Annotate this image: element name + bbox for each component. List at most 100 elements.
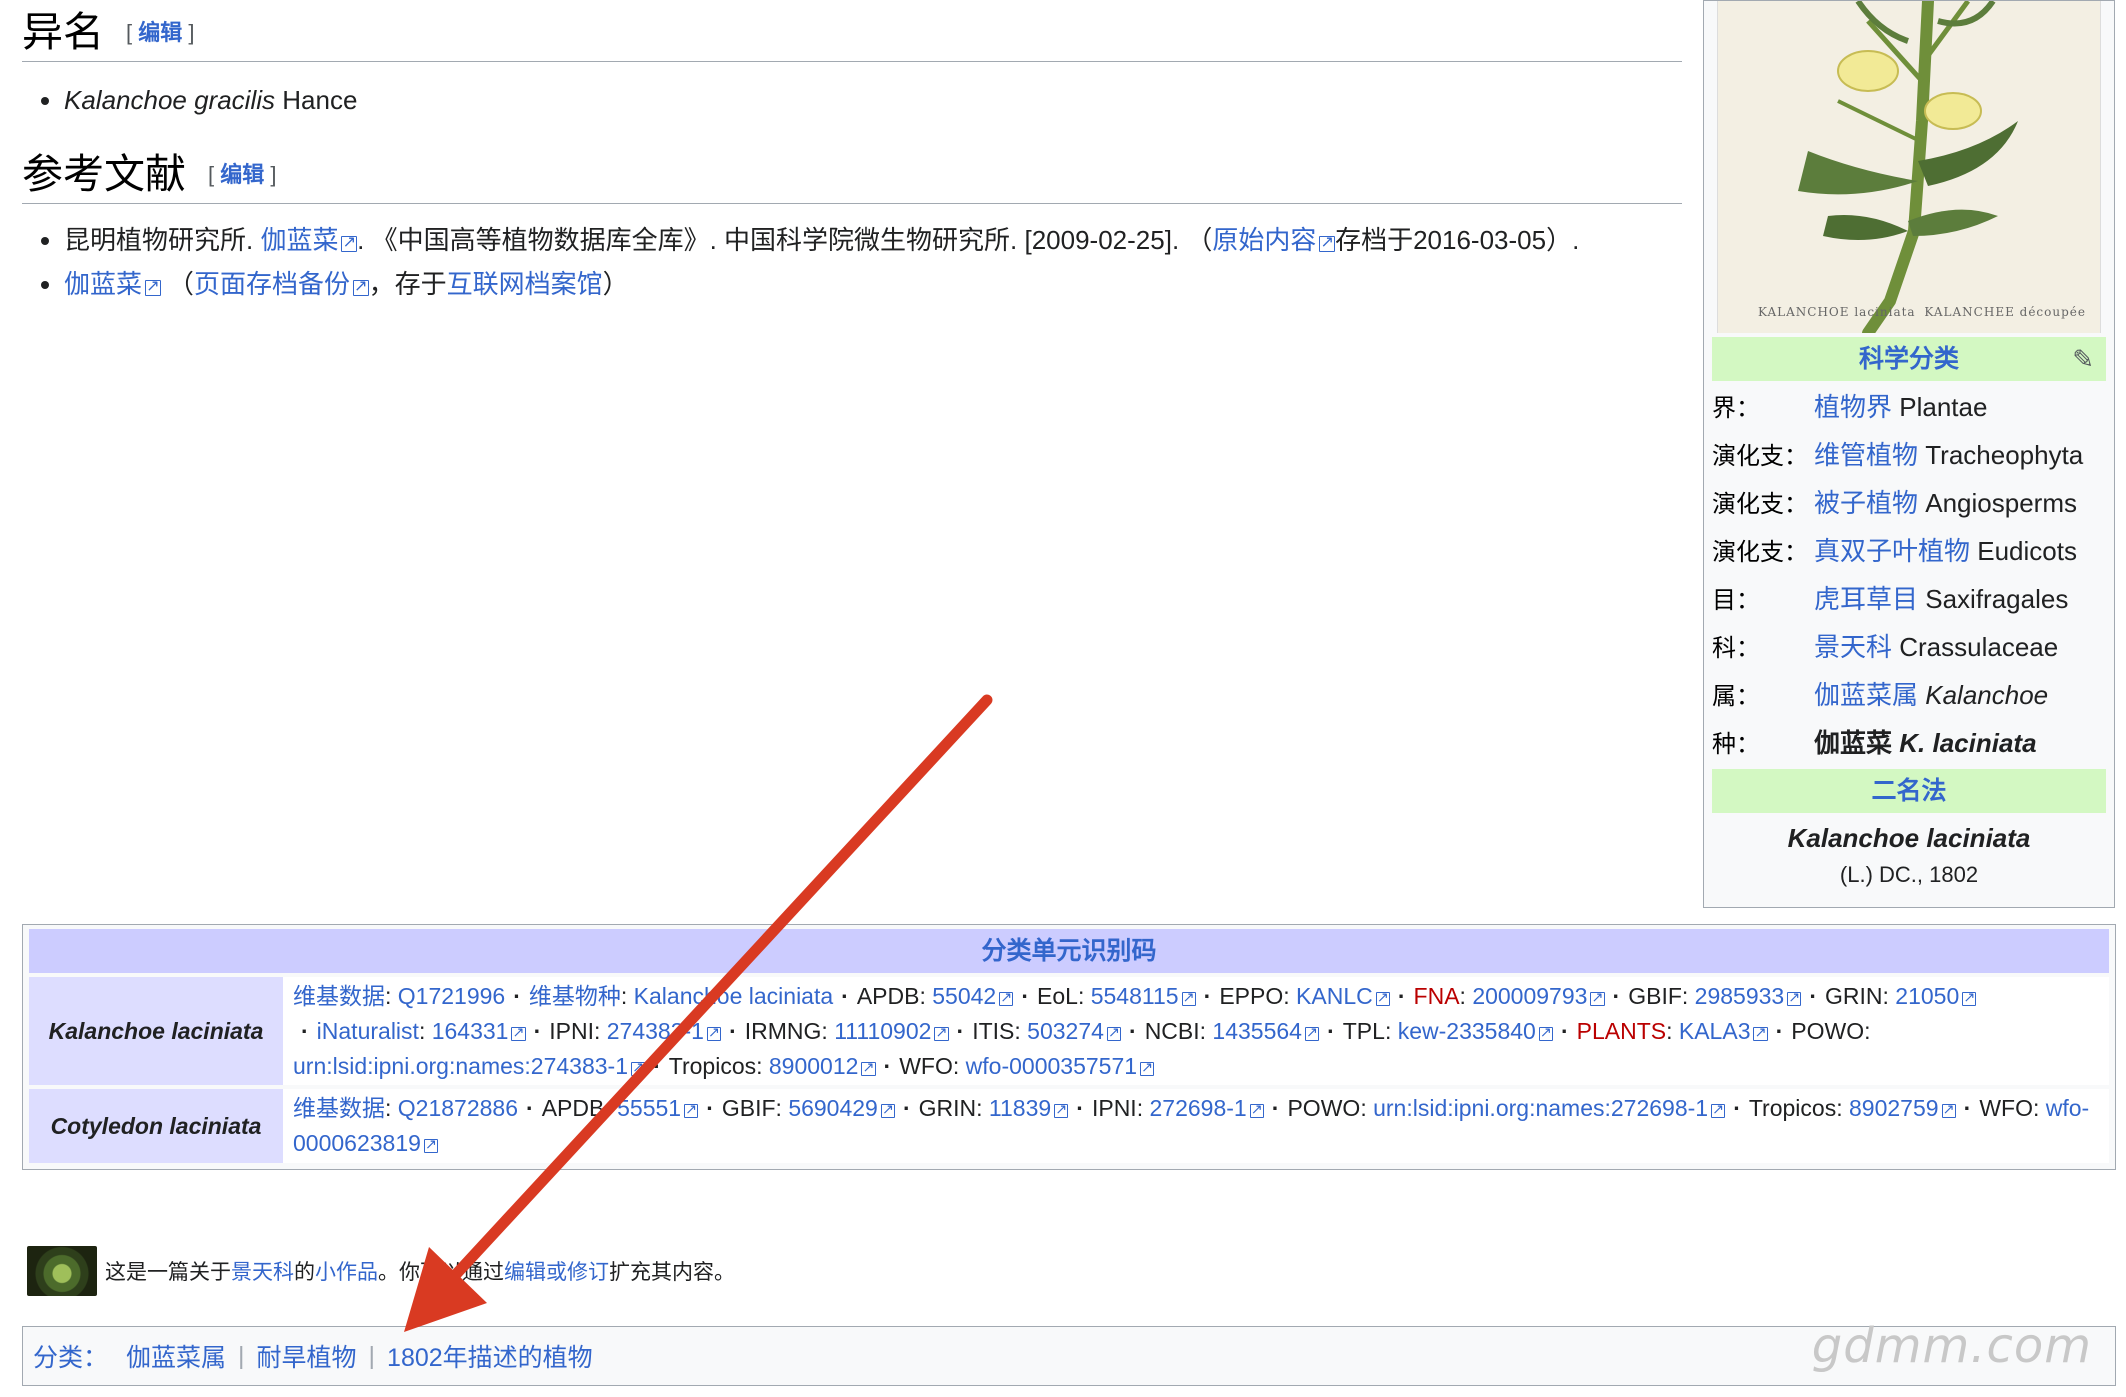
- identifier-row: Kalanchoe laciniata 维基数据: Q1721996 · 维基物种:…: [29, 977, 2109, 1085]
- binomial-authority: (L.) DC., 1802: [1839, 862, 1979, 887]
- id-label[interactable]: iNaturalist: [317, 1018, 419, 1044]
- id-value[interactable]: 2985933: [1695, 983, 1802, 1009]
- taxon-link[interactable]: 伽蓝菜属: [1814, 680, 1918, 710]
- id-label[interactable]: 维基数据: [293, 983, 385, 1009]
- id-value[interactable]: 272698-1: [1149, 1095, 1263, 1121]
- stub-link[interactable]: 小作品: [315, 1256, 378, 1286]
- references-list: 昆明植物研究所. 伽蓝菜. 《中国高等植物数据库全库》. 中国科学院微生物研究所…: [22, 218, 1579, 306]
- id-value[interactable]: 55042: [932, 983, 1013, 1009]
- stub-family-link[interactable]: 景天科: [231, 1256, 294, 1286]
- id-value[interactable]: KANLC: [1296, 983, 1390, 1009]
- taxonomy-rows: 界： 植物界 Plantae 演化支： 维管植物 Tracheophyta 演化支：…: [1712, 381, 2106, 765]
- ref1-link[interactable]: 伽蓝菜: [260, 225, 357, 255]
- id-value[interactable]: 55551: [617, 1095, 698, 1121]
- id-value[interactable]: 8902759: [1849, 1095, 1956, 1121]
- taxonomy-row: 界： 植物界 Plantae: [1712, 391, 1988, 422]
- synonyms-edit-link[interactable]: 编辑: [138, 20, 182, 45]
- taxonomy-row: 演化支： 真双子叶植物 Eudicots: [1712, 535, 2077, 566]
- binomial-header: 二名法: [1712, 769, 2106, 813]
- taxonomy-row: 属： 伽蓝菜属 Kalanchoe: [1712, 679, 2049, 710]
- stub-notice: 这是一篇关于 景天科的小作品 。你可以通过 编辑或修订 扩充其内容。: [27, 1246, 735, 1296]
- identifier-values: 维基数据: Q21872886·APDB: 55551·GBIF: 569042…: [283, 1089, 2109, 1163]
- identifier-row-name: Kalanchoe laciniata: [29, 977, 283, 1085]
- id-label-redlink[interactable]: FNA: [1414, 983, 1460, 1009]
- taxobox: KALANCHOE laciniata KALANCHEE découpée 科…: [1703, 0, 2115, 908]
- ref1-archive-link[interactable]: 原始内容: [1212, 225, 1335, 255]
- illustration-caption-latin: KALANCHOE laciniata: [1758, 305, 1916, 319]
- category-links: 分类： 伽蓝菜属 | 耐旱植物 | 1802年描述的植物: [22, 1326, 2116, 1386]
- id-value[interactable]: urn:lsid:ipni.org:names:272698-1: [1373, 1095, 1725, 1121]
- id-value[interactable]: 503274: [1027, 1018, 1121, 1044]
- taxonomy-row: 目： 虎耳草目 Saxifragales: [1712, 583, 2069, 614]
- divider: |: [238, 1341, 245, 1370]
- sci-class-header: 科学分类 ✎: [1712, 337, 2106, 381]
- illustration-caption-french: KALANCHEE découpée: [1924, 305, 2086, 319]
- id-value[interactable]: 11110902: [834, 1018, 948, 1044]
- categories-label-link[interactable]: 分类：: [33, 1338, 108, 1374]
- pencil-icon[interactable]: ✎: [2072, 337, 2094, 381]
- binomial-link[interactable]: 二名法: [1871, 777, 1946, 805]
- plant-drawing: [1718, 1, 2100, 333]
- plant-illustration[interactable]: KALANCHOE laciniata KALANCHEE découpée: [1717, 1, 2101, 333]
- synonyms-heading-text: 异名: [22, 8, 104, 56]
- ref2-archive-link[interactable]: 互联网档案馆: [447, 269, 603, 299]
- id-value[interactable]: 1435564: [1212, 1018, 1319, 1044]
- taxon-link[interactable]: 真双子叶植物: [1814, 536, 1970, 566]
- references-heading-text: 参考文献: [22, 150, 186, 198]
- id-value[interactable]: 164331: [432, 1018, 526, 1044]
- site-watermark: gdmm.com: [1811, 1318, 2092, 1374]
- identifier-values: 维基数据: Q1721996 · 维基物种: Kalanchoe laciniata…: [283, 977, 2109, 1085]
- id-label[interactable]: 维基物种: [529, 983, 621, 1009]
- category-link[interactable]: 伽蓝菜属: [126, 1338, 226, 1374]
- references-edit: [ 编辑 ]: [208, 162, 277, 187]
- id-value[interactable]: 8900012: [769, 1053, 876, 1079]
- id-value[interactable]: urn:lsid:ipni.org:names:274383-1: [293, 1053, 645, 1079]
- category-link[interactable]: 1802年描述的植物: [387, 1338, 593, 1374]
- id-value[interactable]: 200009793: [1472, 983, 1604, 1009]
- ref2-backup-link[interactable]: 页面存档备份: [194, 269, 369, 299]
- references-edit-link[interactable]: 编辑: [220, 162, 264, 187]
- id-value[interactable]: Q1721996: [398, 983, 505, 1009]
- id-label-redlink[interactable]: PLANTS: [1577, 1018, 1666, 1044]
- synonyms-list: Kalanchoe gracilis Hance: [22, 78, 357, 122]
- taxonomy-row: 演化支： 维管植物 Tracheophyta: [1712, 439, 2084, 470]
- id-value[interactable]: wfo-0000357571: [966, 1053, 1154, 1079]
- id-value[interactable]: 11839: [989, 1095, 1068, 1121]
- id-value[interactable]: 21050: [1895, 983, 1976, 1009]
- reference-item-2: 伽蓝菜 （页面存档备份，存于互联网档案馆）: [64, 262, 1579, 306]
- synonym-author: Hance: [282, 85, 358, 115]
- id-value[interactable]: kew-2335840: [1398, 1018, 1553, 1044]
- taxon-link[interactable]: 景天科: [1814, 632, 1892, 662]
- id-value[interactable]: Q21872886: [398, 1095, 518, 1121]
- succulent-stub-icon: [27, 1246, 97, 1296]
- taxon-identifiers-header: 分类单元识别码: [29, 929, 2109, 973]
- ref2-link[interactable]: 伽蓝菜: [64, 269, 161, 299]
- taxon-link[interactable]: 植物界: [1814, 392, 1892, 422]
- taxon-current: 伽蓝菜: [1814, 727, 1893, 758]
- binomial-name: Kalanchoe laciniata: [1787, 823, 2031, 853]
- id-value[interactable]: 274383-1: [607, 1018, 721, 1044]
- taxonomy-row: 科： 景天科 Crassulaceae: [1712, 631, 2059, 662]
- taxon-link[interactable]: 维管植物: [1814, 440, 1918, 470]
- stub-edit-link[interactable]: 编辑或修订: [504, 1256, 609, 1286]
- taxon-link[interactable]: 虎耳草目: [1814, 584, 1918, 614]
- id-label[interactable]: 维基数据: [293, 1095, 385, 1121]
- id-value[interactable]: KALA3: [1679, 1018, 1768, 1044]
- taxon-link[interactable]: 被子植物: [1814, 488, 1918, 518]
- category-link[interactable]: 耐旱植物: [257, 1338, 357, 1374]
- taxonomy-row: 演化支： 被子植物 Angiosperms: [1712, 487, 2077, 518]
- reference-item-1: 昆明植物研究所. 伽蓝菜. 《中国高等植物数据库全库》. 中国科学院微生物研究所…: [64, 218, 1579, 262]
- divider: |: [368, 1341, 376, 1370]
- id-value[interactable]: Kalanchoe laciniata: [634, 983, 833, 1009]
- sci-class-link[interactable]: 科学分类: [1859, 345, 1959, 373]
- taxon-identifiers-link[interactable]: 分类单元识别码: [981, 937, 1156, 965]
- references-heading: 参考文献 [ 编辑 ]: [22, 148, 1682, 204]
- synonym-item: Kalanchoe gracilis Hance: [64, 78, 357, 122]
- synonyms-edit: [ 编辑 ]: [126, 20, 195, 45]
- id-value[interactable]: 5690429: [788, 1095, 895, 1121]
- identifier-row-name: Cotyledon laciniata: [29, 1089, 283, 1163]
- identifier-row: Cotyledon laciniata 维基数据: Q21872886 · APDB…: [29, 1089, 2109, 1163]
- synonyms-heading: 异名 [ 编辑 ]: [22, 6, 1682, 62]
- taxonomy-row: 种： 伽蓝菜 K. laciniata: [1712, 727, 2037, 758]
- id-value[interactable]: 5548115: [1091, 983, 1196, 1009]
